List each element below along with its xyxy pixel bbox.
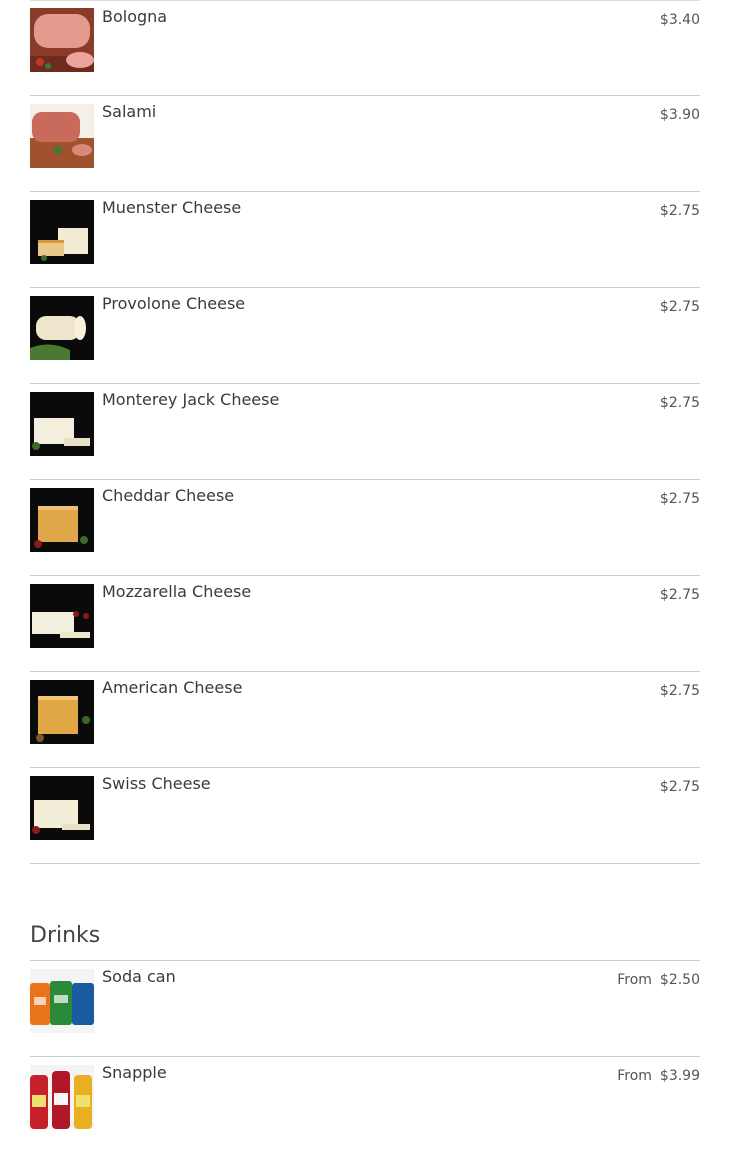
soda-cans-photo-icon: [30, 969, 94, 1033]
item-price: $3.40: [659, 12, 700, 28]
item-price: $3.99: [659, 1068, 700, 1084]
item-name: Swiss Cheese: [102, 774, 211, 793]
monterey-jack-cheese-photo-icon: [30, 392, 94, 456]
item-price: $2.75: [659, 491, 700, 507]
item-price: $2.75: [659, 779, 700, 795]
item-price-block: $2.75: [660, 587, 700, 603]
swiss-cheese-photo-icon: [30, 776, 94, 840]
item-name: Bologna: [102, 7, 168, 26]
item-price: $2.50: [659, 972, 700, 988]
menu-item-provolone-cheese[interactable]: Provolone Cheese $2.75: [30, 288, 700, 384]
price-from-label: From: [617, 972, 652, 988]
menu-item-monterey-jack-cheese[interactable]: Monterey Jack Cheese $2.75: [30, 384, 700, 480]
cheddar-cheese-photo-icon: [30, 488, 94, 552]
provolone-cheese-photo-icon: [30, 296, 94, 360]
item-price-block: $3.90: [660, 107, 700, 123]
item-name: Cheddar Cheese: [102, 486, 235, 505]
bologna-photo-icon: [30, 8, 94, 72]
item-name: Monterey Jack Cheese: [102, 390, 280, 409]
item-price: $3.90: [659, 107, 700, 123]
item-price: $2.75: [659, 587, 700, 603]
item-price: $2.75: [659, 203, 700, 219]
item-name: Salami: [102, 102, 157, 121]
salami-photo-icon: [30, 104, 94, 168]
item-price-block: From $2.50: [617, 972, 700, 988]
item-price: $2.75: [659, 395, 700, 411]
snapple-bottles-photo-icon: [30, 1065, 94, 1129]
item-price: $2.75: [659, 299, 700, 315]
menu-item-muenster-cheese[interactable]: Muenster Cheese $2.75: [30, 192, 700, 288]
item-price-block: $2.75: [660, 203, 700, 219]
item-price-block: $2.75: [660, 491, 700, 507]
item-name: Snapple: [102, 1063, 167, 1082]
muenster-cheese-photo-icon: [30, 200, 94, 264]
item-name: Soda can: [102, 967, 176, 986]
item-price-block: From $3.99: [617, 1068, 700, 1084]
menu-list: Bologna $3.40 Salami $3.90 Muenster Chee…: [30, 0, 700, 1152]
item-price-block: $2.75: [660, 683, 700, 699]
item-price-block: $3.40: [660, 12, 700, 28]
item-price-block: $2.75: [660, 299, 700, 315]
item-name: Provolone Cheese: [102, 294, 246, 313]
menu-item-bologna[interactable]: Bologna $3.40: [30, 1, 700, 96]
mozzarella-cheese-photo-icon: [30, 584, 94, 648]
item-price-block: $2.75: [660, 779, 700, 795]
menu-item-mozzarella-cheese[interactable]: Mozzarella Cheese $2.75: [30, 576, 700, 672]
section-title-drinks: Drinks: [30, 916, 700, 961]
menu-item-cheddar-cheese[interactable]: Cheddar Cheese $2.75: [30, 480, 700, 576]
menu-item-american-cheese[interactable]: American Cheese $2.75: [30, 672, 700, 768]
menu-item-soda-can[interactable]: Soda can From $2.50: [30, 961, 700, 1057]
item-price-block: $2.75: [660, 395, 700, 411]
menu-item-snapple[interactable]: Snapple From $3.99: [30, 1057, 700, 1152]
menu-item-swiss-cheese[interactable]: Swiss Cheese $2.75: [30, 768, 700, 864]
item-price: $2.75: [659, 683, 700, 699]
item-name: American Cheese: [102, 678, 243, 697]
american-cheese-photo-icon: [30, 680, 94, 744]
item-name: Mozzarella Cheese: [102, 582, 252, 601]
price-from-label: From: [617, 1068, 652, 1084]
item-name: Muenster Cheese: [102, 198, 242, 217]
menu-item-salami[interactable]: Salami $3.90: [30, 96, 700, 192]
